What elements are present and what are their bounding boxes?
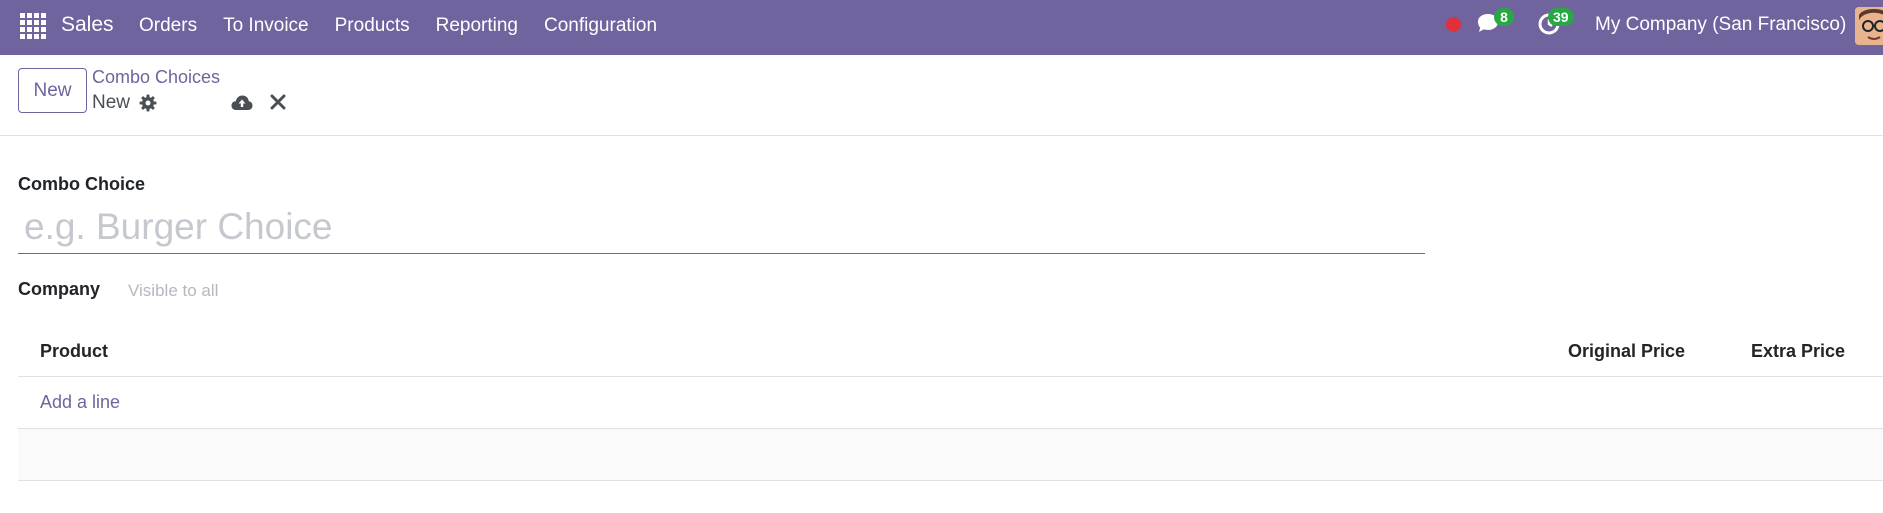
- menu-item-reporting[interactable]: Reporting: [436, 15, 518, 37]
- column-header-original-price[interactable]: Original Price: [1568, 341, 1685, 362]
- add-line-row: Add a line: [18, 377, 1883, 429]
- combo-lines-table: Product Original Price Extra Price Add a…: [18, 327, 1883, 481]
- user-avatar[interactable]: [1855, 7, 1883, 45]
- save-cloud-upload-icon[interactable]: [231, 93, 253, 113]
- company-switcher[interactable]: My Company (San Francisco): [1595, 14, 1846, 36]
- avatar-face-icon: [1855, 7, 1883, 45]
- company-field[interactable]: [122, 277, 372, 305]
- menu-item-configuration[interactable]: Configuration: [544, 15, 657, 37]
- combo-choice-name-input[interactable]: [18, 200, 1425, 254]
- control-panel: New Combo Choices New: [0, 55, 1883, 136]
- breadcrumb-current-record: New: [92, 92, 131, 113]
- app-menu-icon[interactable]: [20, 13, 46, 39]
- recording-indicator-icon[interactable]: [1446, 17, 1461, 32]
- column-header-extra-price[interactable]: Extra Price: [1751, 341, 1845, 362]
- combo-choice-label: Combo Choice: [18, 174, 146, 194]
- discard-close-icon[interactable]: [270, 94, 286, 110]
- table-header: Product Original Price Extra Price: [18, 327, 1883, 377]
- menu-item-products[interactable]: Products: [335, 15, 410, 37]
- table-row: [18, 429, 1883, 481]
- main-menu: Orders To Invoice Products Reporting Con…: [139, 15, 683, 37]
- activity-count-badge: 39: [1548, 8, 1574, 26]
- breadcrumb-combo-choices[interactable]: Combo Choices: [92, 67, 220, 88]
- new-button[interactable]: New: [18, 68, 87, 113]
- app-brand[interactable]: Sales: [61, 13, 114, 37]
- company-label: Company: [18, 279, 101, 299]
- menu-item-to-invoice[interactable]: To Invoice: [223, 15, 309, 37]
- column-header-product[interactable]: Product: [40, 341, 108, 362]
- add-line-link[interactable]: Add a line: [40, 392, 120, 413]
- chat-count-badge: 8: [1494, 8, 1514, 26]
- top-navbar: Sales Orders To Invoice Products Reporti…: [0, 0, 1883, 55]
- menu-item-orders[interactable]: Orders: [139, 15, 197, 37]
- gear-icon[interactable]: [139, 94, 157, 112]
